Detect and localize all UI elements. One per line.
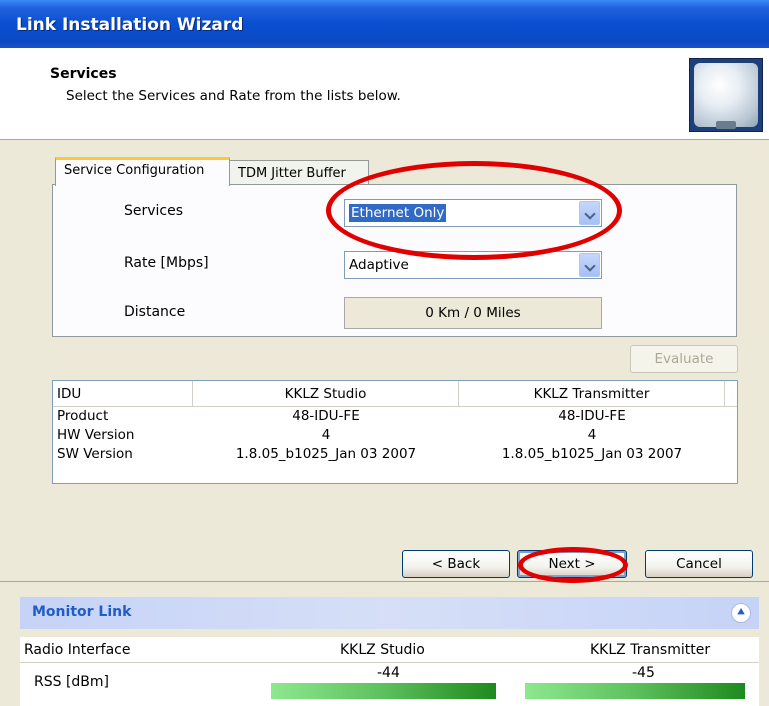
- table-row: Product 48-IDU-FE 48-IDU-FE: [53, 408, 737, 426]
- row-label: SW Version: [57, 446, 133, 462]
- cancel-label: Cancel: [676, 556, 722, 572]
- rss-label: RSS [dBm]: [34, 674, 110, 690]
- monitor-link-table: Radio Interface KKLZ Studio KKLZ Transmi…: [20, 637, 759, 706]
- antenna-dish-icon: [689, 58, 763, 132]
- tab-tdm-jitter-buffer[interactable]: TDM Jitter Buffer: [229, 160, 369, 187]
- tab-label: Service Configuration: [64, 163, 205, 178]
- evaluate-button[interactable]: Evaluate: [630, 345, 738, 373]
- step-title: Services: [50, 66, 117, 82]
- idu-info-table: IDU KKLZ Studio KKLZ Transmitter Product…: [52, 380, 738, 484]
- column-header: KKLZ Studio: [193, 381, 459, 406]
- row-label: HW Version: [57, 427, 135, 443]
- tab-service-configuration[interactable]: Service Configuration: [55, 157, 230, 186]
- table-row: SW Version 1.8.05_b1025_Jan 03 2007 1.8.…: [53, 446, 737, 464]
- highlight-ellipse-next: [518, 547, 628, 583]
- cell-value: 1.8.05_b1025_Jan 03 2007: [235, 446, 417, 462]
- highlight-ellipse-services: [326, 161, 622, 260]
- services-label: Services: [124, 203, 184, 219]
- footer-divider: [0, 581, 769, 582]
- monitor-link-bar[interactable]: Monitor Link ⯅: [20, 597, 759, 629]
- back-label: < Back: [431, 556, 481, 572]
- double-chevron-up-icon[interactable]: ⯅: [731, 603, 751, 623]
- rss-transmitter-value: -45: [632, 665, 655, 681]
- row-label: Product: [57, 408, 109, 424]
- rss-studio-value: -44: [377, 665, 400, 681]
- monitor-table-header: Radio Interface KKLZ Studio KKLZ Transmi…: [20, 637, 759, 663]
- column-header: Radio Interface: [24, 642, 131, 658]
- monitor-link-title: Monitor Link: [32, 604, 132, 620]
- distance-label: Distance: [124, 304, 186, 320]
- rss-transmitter-bar: [525, 683, 745, 699]
- back-button[interactable]: < Back: [402, 550, 510, 578]
- rate-value: Adaptive: [349, 257, 409, 273]
- chevron-down-icon[interactable]: [579, 253, 600, 277]
- column-header: IDU: [53, 381, 193, 406]
- window-title: Link Installation Wizard: [16, 15, 244, 35]
- rate-label: Rate [Mbps]: [124, 255, 209, 271]
- evaluate-label: Evaluate: [654, 351, 714, 367]
- window-title-bar: Link Installation Wizard: [0, 0, 769, 48]
- distance-value: 0 Km / 0 Miles: [425, 305, 521, 321]
- distance-field: 0 Km / 0 Miles: [344, 297, 602, 329]
- cell-value: 4: [587, 427, 597, 443]
- column-header: KKLZ Transmitter: [590, 642, 711, 658]
- cell-value: 48-IDU-FE: [558, 408, 626, 424]
- rss-studio-bar: [271, 683, 496, 699]
- column-header: KKLZ Studio: [340, 642, 425, 658]
- step-subtitle: Select the Services and Rate from the li…: [66, 88, 401, 104]
- column-header: KKLZ Transmitter: [459, 381, 725, 406]
- tab-label: TDM Jitter Buffer: [238, 166, 346, 181]
- wizard-header: Services Select the Services and Rate fr…: [0, 48, 769, 140]
- cell-value: 4: [321, 427, 331, 443]
- cell-value: 1.8.05_b1025_Jan 03 2007: [501, 446, 683, 462]
- table-header: IDU KKLZ Studio KKLZ Transmitter: [53, 381, 737, 407]
- cell-value: 48-IDU-FE: [292, 408, 360, 424]
- table-row: HW Version 4 4: [53, 427, 737, 445]
- cancel-button[interactable]: Cancel: [645, 550, 753, 578]
